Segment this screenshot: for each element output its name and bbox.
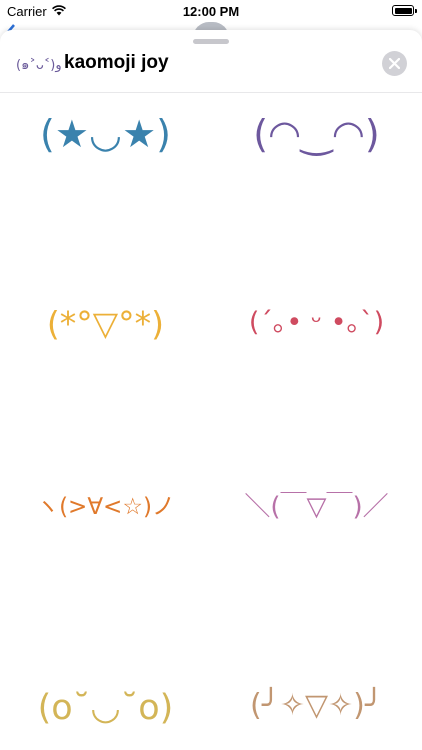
sticker-content[interactable]: (o˘◡˘o) xyxy=(0,691,211,726)
sticker-shrug[interactable]: ＼(￣▽￣)／ xyxy=(211,494,422,520)
sticker-sheet: (๑˃ᴗ˂)ﻭ kaomoji joy (★◡★) (◠‿◠) (*°▽°*) … xyxy=(0,30,422,750)
app-icon: (๑˃ᴗ˂)ﻭ xyxy=(16,58,62,73)
battery-fill xyxy=(394,7,412,14)
status-time: 12:00 PM xyxy=(182,4,240,19)
sticker-grid: (★◡★) (◠‿◠) (*°▽°*) (´｡• ᵕ •｡`) ヽ(>∀<☆)ノ… xyxy=(0,93,422,750)
status-bar: Carrier 12:00 PM xyxy=(0,0,422,24)
sticker-happy-arc[interactable]: (◠‿◠) xyxy=(211,115,422,153)
sticker-cheer[interactable]: ヽ(>∀<☆)ノ xyxy=(0,496,211,519)
close-icon xyxy=(389,58,400,69)
close-button[interactable] xyxy=(382,51,407,76)
sticker-blush[interactable]: (´｡• ᵕ •｡`) xyxy=(211,309,422,336)
sheet-header: (๑˃ᴗ˂)ﻭ kaomoji joy xyxy=(0,44,422,93)
app-title: kaomoji joy xyxy=(64,52,169,73)
sticker-sparkle-dance[interactable]: (╯✧▽✧)╯ xyxy=(211,691,422,721)
battery-icon xyxy=(392,5,417,16)
sticker-star-eyes[interactable]: (★◡★) xyxy=(0,115,211,153)
sticker-excited[interactable]: (*°▽°*) xyxy=(0,307,211,340)
